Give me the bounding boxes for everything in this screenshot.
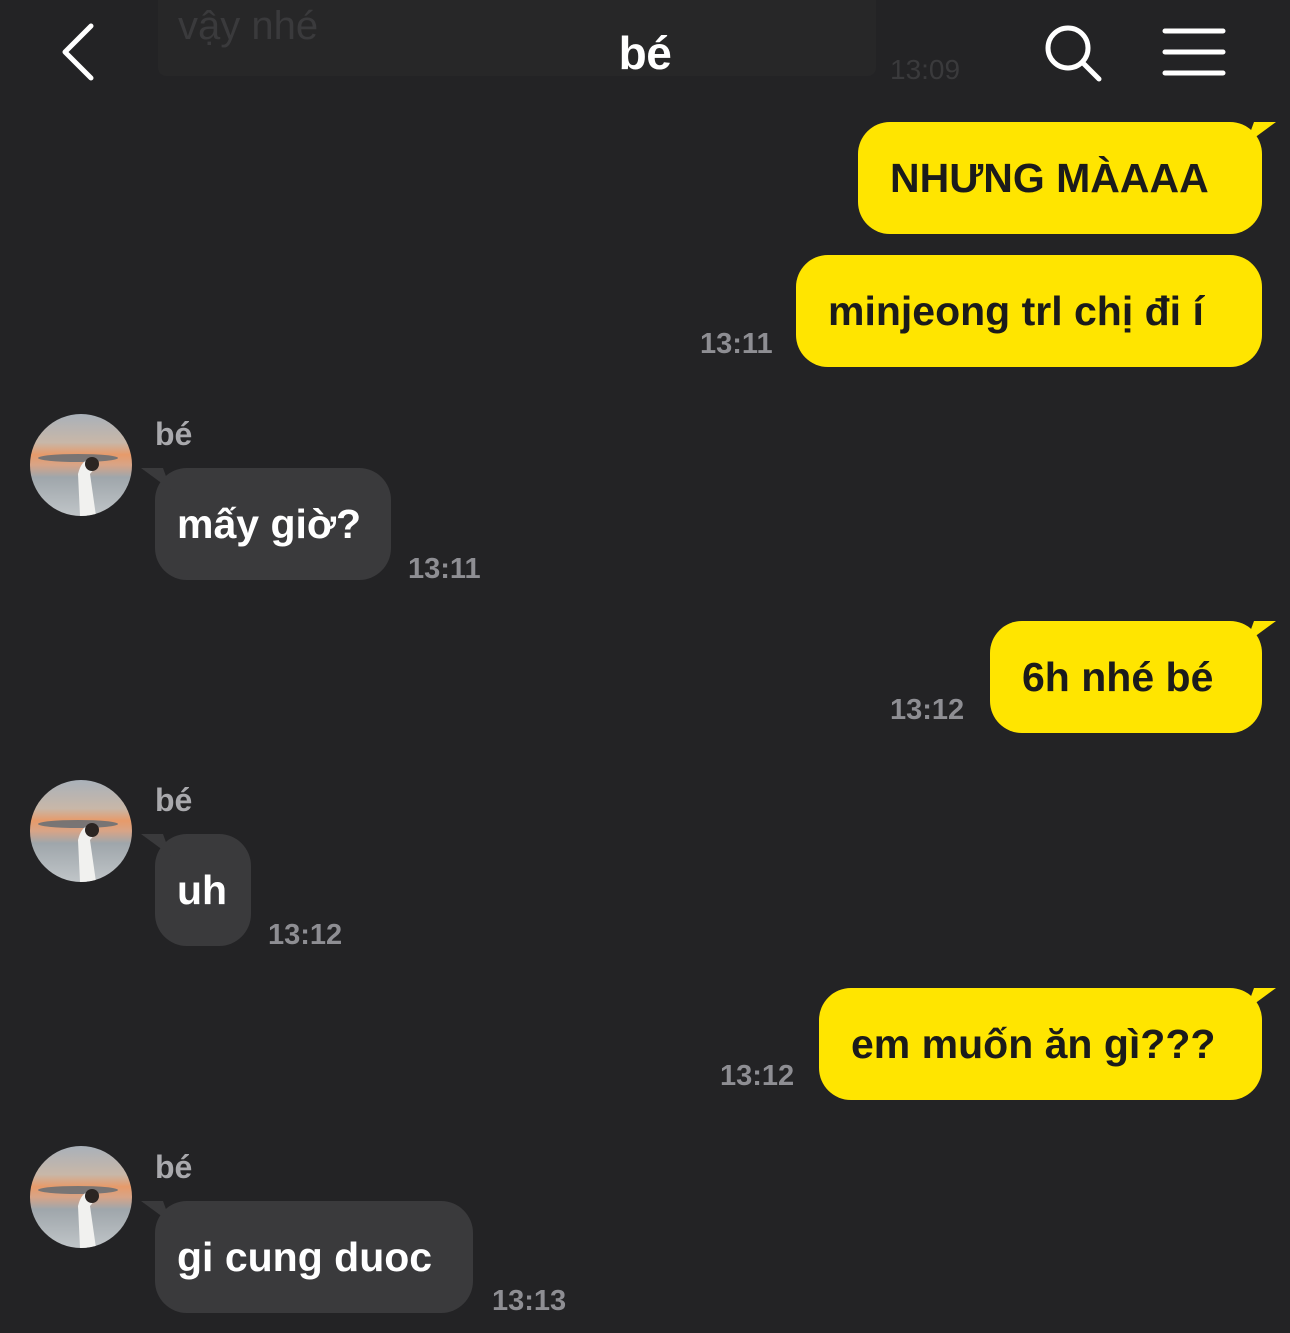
avatar-photo [38, 1186, 118, 1248]
outgoing-message-bubble[interactable]: em muốn ăn gì??? [819, 988, 1262, 1100]
chat-screen: vậy nhé 13:09 bé NHƯNG MÀAAA 13:11 minje… [0, 0, 1290, 1333]
sender-name: bé [155, 782, 193, 818]
outgoing-message-bubble[interactable]: NHƯNG MÀAAA [858, 122, 1262, 234]
outgoing-message-bubble[interactable]: minjeong trl chị đi í [796, 255, 1262, 367]
message-text: minjeong trl chị đi í [828, 287, 1204, 334]
avatar-photo [38, 454, 118, 516]
message-time: 13:13 [492, 1285, 567, 1317]
sender-name: bé [155, 1149, 193, 1185]
message-text: NHƯNG MÀAAA [890, 154, 1209, 201]
message-text: gi cung duoc [177, 1233, 433, 1280]
hamburger-menu-icon [1162, 28, 1226, 76]
contact-avatar[interactable] [30, 414, 132, 516]
message-time: 13:12 [720, 1060, 795, 1092]
incoming-message-bubble[interactable]: mấy giờ? [155, 468, 391, 580]
contact-avatar[interactable] [30, 1146, 132, 1248]
incoming-message-bubble[interactable]: gi cung duoc [155, 1201, 473, 1313]
contact-avatar[interactable] [30, 780, 132, 882]
message-time: 13:11 [700, 328, 773, 360]
message-text: em muốn ăn gì??? [851, 1020, 1216, 1067]
chat-header: bé [0, 0, 1290, 100]
menu-button[interactable] [1162, 26, 1226, 78]
outgoing-message-bubble[interactable]: 6h nhé bé [990, 621, 1262, 733]
search-icon [1045, 25, 1102, 82]
message-text: uh [177, 866, 228, 913]
incoming-message-bubble[interactable]: uh [155, 834, 251, 946]
message-time: 13:11 [408, 553, 481, 585]
avatar-photo [38, 820, 118, 882]
message-text: 6h nhé bé [1022, 653, 1214, 700]
sender-name: bé [155, 416, 193, 452]
message-text: mấy giờ? [177, 500, 362, 547]
message-time: 13:12 [890, 694, 965, 726]
message-time: 13:12 [268, 919, 343, 951]
search-button[interactable] [1042, 22, 1104, 84]
